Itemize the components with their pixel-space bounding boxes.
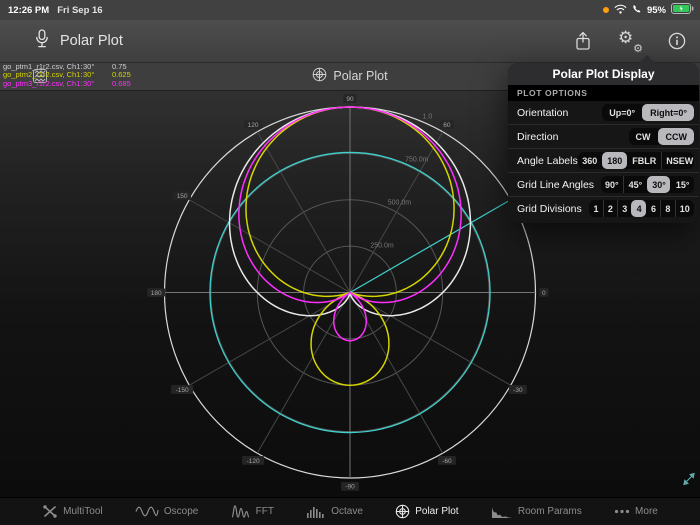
gear-small-icon: ⚙ <box>633 42 643 55</box>
tab-polar-plot[interactable]: Polar Plot <box>395 504 458 519</box>
wifi-icon <box>614 4 627 17</box>
legend-row-go-ptm3-r1r2-csv-ch1[interactable]: go_ptm3_r1r2.csv, Ch1:30°0.685 <box>3 80 131 88</box>
settings-gears-button[interactable]: ⚙ ⚙ <box>618 31 642 51</box>
segmented-control-orientation: Up=0°Right=0° <box>602 104 694 121</box>
segment-grid-divisions-4[interactable]: 4 <box>631 200 645 217</box>
tab-label: Room Params <box>518 506 582 517</box>
svg-text:500.0m: 500.0m <box>388 200 412 207</box>
segment-angle-labels-180[interactable]: 180 <box>602 152 627 169</box>
share-button[interactable] <box>574 31 592 51</box>
option-row-grid-line-angles: Grid Line Angles 90°45°30°15° <box>508 173 699 197</box>
trace-legend: go_ptm1_r1r2.csv, Ch1:30°0.75go_ptm2_r1r… <box>3 63 131 88</box>
segment-grid-line-angles-90[interactable]: 90° <box>601 176 624 193</box>
popover-arrow-icon <box>639 55 655 63</box>
polar-plot-display-popover: Polar Plot Display PLOT OPTIONS Orientat… <box>508 63 699 223</box>
segment-direction-ccw[interactable]: CCW <box>658 128 695 145</box>
tab-bar: MultiTool Oscope FFT Octave Polar Plot Room P… <box>0 497 700 525</box>
segment-grid-divisions-3[interactable]: 3 <box>617 200 631 217</box>
legend-file: go_ptm3_r1r2.csv, Ch1: <box>3 80 83 88</box>
svg-text:120: 120 <box>248 122 259 129</box>
tab-octave[interactable]: Octave <box>306 505 363 518</box>
tab-room-params[interactable]: Room Params <box>491 505 582 518</box>
more-icon <box>614 509 630 514</box>
svg-text:-120: -120 <box>247 458 260 465</box>
svg-text:-90: -90 <box>345 484 355 491</box>
tab-fft[interactable]: FFT <box>231 505 274 518</box>
segment-grid-divisions-8[interactable]: 8 <box>660 200 674 217</box>
tab-label: MultiTool <box>63 506 102 517</box>
fft-icon <box>231 505 251 518</box>
segment-grid-line-angles-30[interactable]: 30° <box>647 176 671 193</box>
segment-grid-divisions-10[interactable]: 10 <box>675 200 694 217</box>
segment-angle-labels-nsew[interactable]: NSEW <box>661 152 694 169</box>
option-label: Direction <box>517 131 558 143</box>
nav-bar: Polar Plot ⚙ ⚙ <box>0 20 700 63</box>
svg-text:-150: -150 <box>176 387 189 394</box>
segmented-control-grid-divisions: 12346810 <box>589 200 694 217</box>
info-button[interactable] <box>668 32 686 50</box>
segment-orientation-up-0[interactable]: Up=0° <box>602 104 642 121</box>
segment-direction-cw[interactable]: CW <box>629 128 658 145</box>
segmented-control-direction: CWCCW <box>629 128 695 145</box>
toolbar-title: Polar Plot <box>333 69 387 83</box>
svg-text:180: 180 <box>151 290 162 297</box>
expand-icon[interactable] <box>682 472 696 491</box>
segment-angle-labels-360[interactable]: 360 <box>578 152 602 169</box>
segment-orientation-right-0[interactable]: Right=0° <box>642 104 694 121</box>
svg-text:90: 90 <box>346 96 354 103</box>
segment-grid-divisions-2[interactable]: 2 <box>603 200 617 217</box>
tab-label: Octave <box>331 506 363 517</box>
legend-cursor-angle: 30° <box>83 80 112 88</box>
option-row-orientation: Orientation Up=0°Right=0° <box>508 101 699 125</box>
legend-cursor-value: 0.685 <box>112 80 131 88</box>
option-row-grid-divisions: Grid Divisions 12346810 <box>508 197 699 223</box>
option-label: Angle Labels <box>517 155 578 167</box>
battery-icon <box>671 3 694 17</box>
phone-icon <box>632 4 642 17</box>
room-icon <box>491 505 513 518</box>
segment-grid-line-angles-15[interactable]: 15° <box>670 176 694 193</box>
battery-percent: 95% <box>647 5 666 16</box>
tab-label: More <box>635 506 658 517</box>
segmented-control-grid-line-angles: 90°45°30°15° <box>601 176 695 193</box>
option-label: Grid Divisions <box>517 203 582 215</box>
svg-text:1.0: 1.0 <box>422 114 432 121</box>
option-label: Orientation <box>517 107 568 119</box>
svg-text:750.0m: 750.0m <box>405 157 429 164</box>
option-row-direction: Direction CWCCW <box>508 125 699 149</box>
tab-more[interactable]: More <box>614 506 658 517</box>
popover-title: Polar Plot Display <box>508 63 699 85</box>
octave-icon <box>306 505 326 518</box>
oscope-icon <box>135 505 159 518</box>
svg-text:250.0m: 250.0m <box>370 243 394 250</box>
option-label: Grid Line Angles <box>517 179 594 191</box>
segment-grid-divisions-6[interactable]: 6 <box>646 200 660 217</box>
plot-options-section-header: PLOT OPTIONS <box>508 85 699 101</box>
tab-oscope[interactable]: Oscope <box>135 505 198 518</box>
polar-icon <box>395 504 410 519</box>
tab-label: Polar Plot <box>415 506 458 517</box>
svg-text:-30: -30 <box>513 387 523 394</box>
tab-multitool[interactable]: MultiTool <box>42 504 102 519</box>
page-title: Polar Plot <box>60 33 123 49</box>
svg-text:60: 60 <box>443 122 451 129</box>
svg-text:-60: -60 <box>442 458 452 465</box>
mic-in-use-indicator-icon <box>603 7 609 13</box>
segment-grid-line-angles-45[interactable]: 45° <box>623 176 647 193</box>
multitool-icon <box>42 504 58 519</box>
segmented-control-angle-labels: 360180FBLRNSEW <box>578 152 694 169</box>
svg-text:150: 150 <box>177 193 188 200</box>
status-date: Fri Sep 16 <box>57 5 102 16</box>
segment-angle-labels-fblr[interactable]: FBLR <box>627 152 661 169</box>
status-time: 12:26 PM <box>8 5 49 16</box>
status-bar: 12:26 PM Fri Sep 16 95% <box>0 0 700 20</box>
tab-label: Oscope <box>164 506 198 517</box>
microphone-icon <box>34 29 50 54</box>
svg-text:0: 0 <box>542 290 546 297</box>
tab-label: FFT <box>256 506 274 517</box>
gear-icon: ⚙ <box>618 28 633 48</box>
polar-plot-icon <box>312 67 327 85</box>
segment-grid-divisions-1[interactable]: 1 <box>589 200 602 217</box>
option-row-angle-labels: Angle Labels360180FBLRNSEW <box>508 149 699 173</box>
